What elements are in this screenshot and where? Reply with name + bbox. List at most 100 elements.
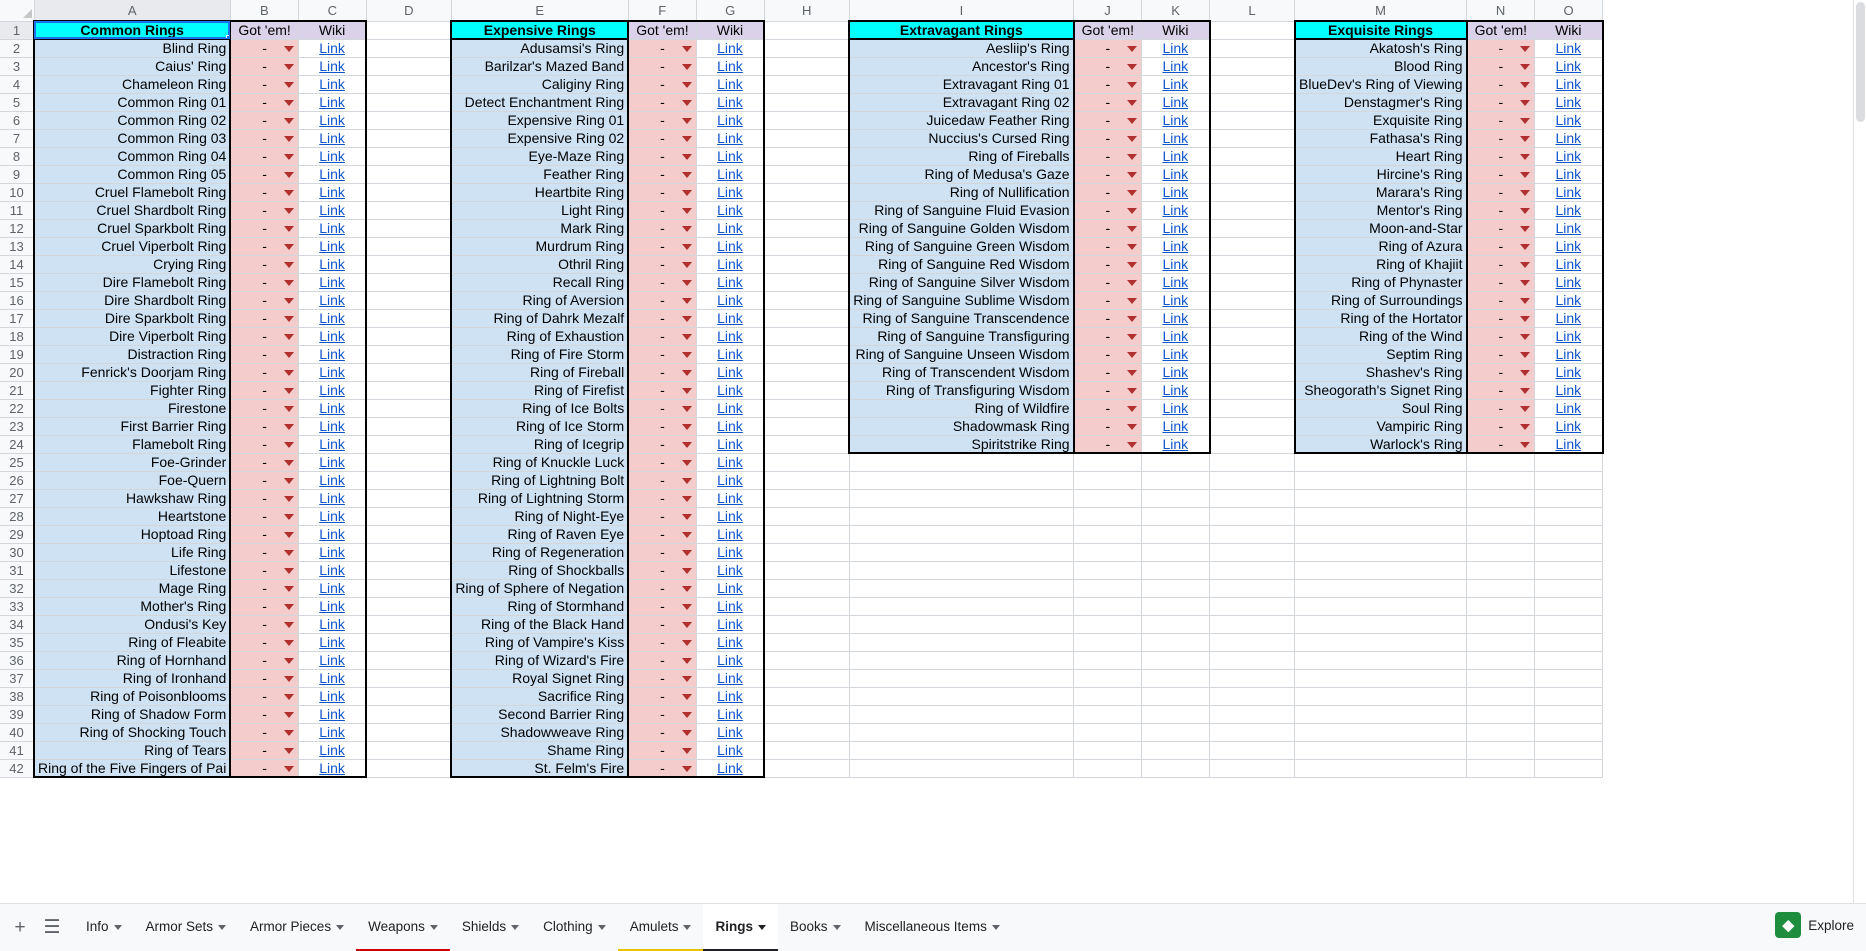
empty-cell-L1[interactable] — [1209, 20, 1296, 40]
item-name-cell[interactable]: Ring of Vampire's Kiss — [450, 632, 630, 652]
got-em-cell[interactable]: - — [1466, 290, 1536, 310]
empty-cell-I41[interactable] — [848, 740, 1075, 760]
wiki-cell[interactable]: Link — [297, 668, 368, 688]
empty-cell-O32[interactable] — [1534, 578, 1604, 598]
empty-cell-L21[interactable] — [1209, 380, 1296, 400]
wiki-cell[interactable]: Link — [1534, 308, 1604, 328]
empty-cell-H12[interactable] — [763, 218, 850, 238]
item-name-cell[interactable]: Ring of Transfiguring Wisdom — [848, 380, 1075, 400]
empty-cell-N31[interactable] — [1466, 560, 1536, 580]
wiki-cell[interactable]: Link — [297, 488, 368, 508]
empty-cell-D39[interactable] — [365, 704, 452, 724]
item-name-cell[interactable]: Heartstone — [32, 506, 232, 526]
dropdown-arrow-icon[interactable] — [283, 424, 294, 430]
item-name-cell[interactable]: Ring of the Five Fingers of Pai — [32, 758, 232, 778]
wiki-link[interactable]: Link — [319, 310, 345, 326]
item-name-cell[interactable]: Murdrum Ring — [450, 236, 630, 256]
item-name-cell[interactable]: Ring of Shocking Touch — [32, 722, 232, 742]
got-em-cell[interactable]: - — [229, 686, 299, 706]
wiki-cell[interactable]: Link — [297, 326, 368, 346]
empty-cell-O25[interactable] — [1534, 452, 1604, 472]
wiki-link[interactable]: Link — [717, 454, 743, 470]
wiki-link[interactable]: Link — [1162, 112, 1188, 128]
empty-cell-O28[interactable] — [1534, 506, 1604, 526]
got-em-cell[interactable]: - — [229, 578, 299, 598]
empty-cell-D18[interactable] — [365, 326, 452, 346]
got-em-cell[interactable]: - — [1466, 398, 1536, 418]
item-name-cell[interactable]: Ring of Wildfire — [848, 398, 1075, 418]
wiki-cell[interactable]: Link — [297, 200, 368, 220]
wiki-cell[interactable]: Link — [1141, 110, 1211, 130]
sheet-tab-info[interactable]: Info — [74, 904, 134, 951]
dropdown-arrow-icon[interactable] — [283, 586, 294, 592]
dropdown-arrow-icon[interactable] — [283, 640, 294, 646]
dropdown-arrow-icon[interactable] — [1520, 298, 1531, 304]
row-header-1[interactable]: 1 — [0, 20, 35, 40]
dropdown-arrow-icon[interactable] — [283, 190, 294, 196]
row-header-13[interactable]: 13 — [0, 236, 35, 256]
item-name-cell[interactable]: Detect Enchantment Ring — [450, 92, 630, 112]
empty-cell-H19[interactable] — [763, 344, 850, 364]
wiki-cell[interactable]: Link — [297, 578, 368, 598]
wiki-cell[interactable]: Link — [1141, 92, 1211, 112]
dropdown-arrow-icon[interactable] — [681, 765, 692, 772]
got-em-cell[interactable]: - — [1466, 380, 1536, 400]
item-name-cell[interactable]: Ring of Sanguine Transfiguring — [848, 326, 1075, 346]
wiki-link[interactable]: Link — [319, 634, 345, 650]
empty-cell-D12[interactable] — [365, 218, 452, 238]
got-em-cell[interactable]: - — [627, 704, 697, 724]
dropdown-arrow-icon[interactable] — [283, 172, 294, 178]
empty-cell-D19[interactable] — [365, 344, 452, 364]
got-em-cell[interactable]: - — [1466, 182, 1536, 202]
wiki-cell[interactable]: Link — [297, 38, 368, 58]
wiki-cell[interactable]: Link — [297, 470, 368, 490]
item-name-cell[interactable]: Common Ring 02 — [32, 110, 232, 130]
item-name-cell[interactable]: Ring of Fireball — [450, 362, 630, 382]
item-name-cell[interactable]: Cruel Sparkbolt Ring — [32, 218, 232, 238]
item-name-cell[interactable]: Expensive Ring 01 — [450, 110, 630, 130]
dropdown-arrow-icon[interactable] — [283, 352, 294, 358]
wiki-cell[interactable]: Link — [297, 92, 368, 112]
empty-cell-N30[interactable] — [1466, 542, 1536, 562]
item-name-cell[interactable]: Ring of Lightning Bolt — [450, 470, 630, 490]
item-name-cell[interactable]: Shame Ring — [450, 740, 630, 760]
empty-cell-L41[interactable] — [1209, 740, 1296, 760]
got-em-cell[interactable]: - — [1466, 326, 1536, 346]
wiki-link[interactable]: Link — [1162, 58, 1188, 74]
wiki-cell[interactable]: Link — [297, 632, 368, 652]
wiki-cell[interactable]: Link — [1141, 308, 1211, 328]
got-em-cell[interactable]: - — [1466, 200, 1536, 220]
got-em-cell[interactable]: - — [1073, 272, 1143, 292]
wiki-link[interactable]: Link — [319, 670, 345, 686]
empty-cell-N29[interactable] — [1466, 524, 1536, 544]
wiki-cell[interactable]: Link — [297, 74, 368, 94]
empty-cell-J25[interactable] — [1073, 452, 1143, 472]
got-em-cell[interactable]: - — [1073, 434, 1143, 454]
got-em-cell[interactable]: - — [627, 110, 697, 130]
wiki-cell[interactable]: Link — [1141, 218, 1211, 238]
empty-cell-O30[interactable] — [1534, 542, 1604, 562]
dropdown-arrow-icon[interactable] — [681, 64, 692, 70]
got-em-cell[interactable]: - — [229, 200, 299, 220]
empty-cell-D21[interactable] — [365, 380, 452, 400]
empty-cell-M31[interactable] — [1294, 560, 1468, 580]
got-em-cell[interactable]: - — [627, 56, 697, 76]
empty-cell-L27[interactable] — [1209, 488, 1296, 508]
dropdown-arrow-icon[interactable] — [681, 334, 692, 340]
wiki-cell[interactable]: Link — [1534, 218, 1604, 238]
empty-cell-O35[interactable] — [1534, 632, 1604, 652]
got-em-cell[interactable]: - — [627, 614, 697, 634]
dropdown-arrow-icon[interactable] — [1127, 352, 1138, 358]
wiki-cell[interactable]: Link — [695, 200, 766, 220]
wiki-link[interactable]: Link — [1555, 346, 1581, 362]
empty-cell-L11[interactable] — [1209, 200, 1296, 220]
empty-cell-N40[interactable] — [1466, 722, 1536, 742]
dropdown-arrow-icon[interactable] — [681, 712, 692, 718]
empty-cell-K27[interactable] — [1141, 488, 1211, 508]
empty-cell-L15[interactable] — [1209, 272, 1296, 292]
wiki-link[interactable]: Link — [717, 436, 743, 452]
dropdown-arrow-icon[interactable] — [283, 100, 294, 106]
empty-cell-H8[interactable] — [763, 146, 850, 166]
wiki-link[interactable]: Link — [1162, 166, 1188, 182]
wiki-cell[interactable]: Link — [695, 326, 766, 346]
